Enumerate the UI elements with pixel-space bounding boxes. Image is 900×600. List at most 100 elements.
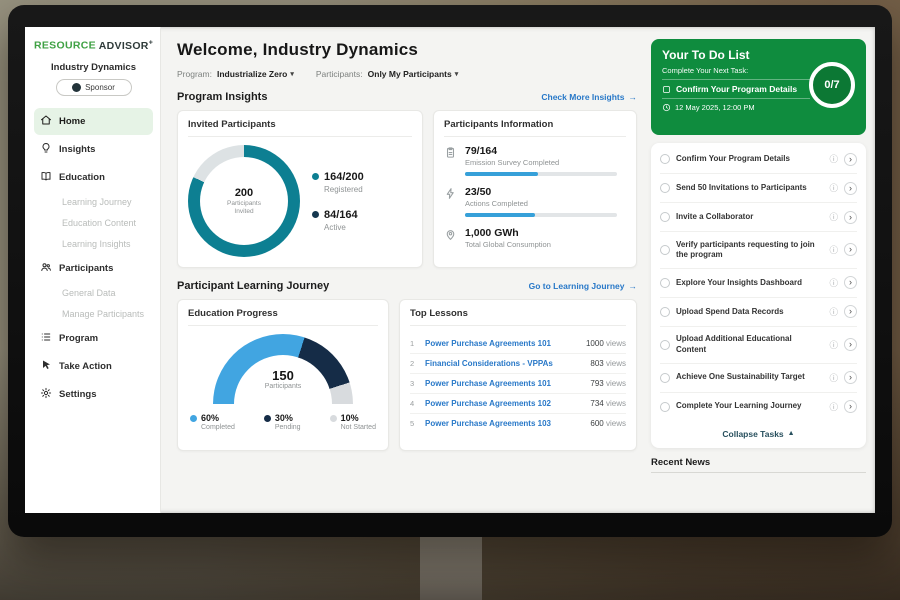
task-label: Complete Your Learning Journey [676, 401, 823, 411]
take-action-icon [40, 359, 52, 374]
actions-progress-bar [465, 213, 617, 217]
lesson-views: 600 views [590, 419, 626, 428]
participants-select-value: Only My Participants [368, 69, 452, 79]
sidebar-item-label: Insights [59, 144, 95, 155]
sidebar-item-learning-insights[interactable]: Learning Insights [34, 234, 153, 254]
lesson-link[interactable]: Power Purchase Agreements 101 [425, 379, 583, 388]
todo-progress-ring: 0/7 [809, 62, 855, 108]
invited-donut-chart: 200 Participants Invited [188, 145, 300, 257]
chevron-right-icon[interactable]: › [844, 305, 857, 318]
actions-icon [444, 187, 457, 217]
task-checkbox[interactable] [660, 278, 670, 288]
chevron-right-icon[interactable]: › [844, 182, 857, 195]
sidebar-item-participants[interactable]: Participants [34, 255, 153, 282]
active-label: Active [324, 223, 364, 232]
task-checkbox[interactable] [660, 154, 670, 164]
lesson-row: 4 Power Purchase Agreements 102 734 view… [410, 394, 626, 414]
lesson-rank: 3 [410, 379, 418, 388]
pending-value: 30% [275, 413, 293, 423]
chevron-right-icon[interactable]: › [844, 400, 857, 413]
lesson-link[interactable]: Power Purchase Agreements 103 [425, 419, 583, 428]
lesson-views: 803 views [590, 359, 626, 368]
sidebar-item-learning-journey[interactable]: Learning Journey [34, 192, 153, 212]
info-icon: ⓘ [829, 372, 838, 384]
next-task-row[interactable]: Confirm Your Program Details [662, 79, 810, 99]
todo-task[interactable]: Upload Spend Data Records ⓘ › [660, 298, 857, 327]
task-label: Confirm Your Program Details [676, 154, 823, 164]
monitor-stand [420, 534, 482, 600]
lesson-row: 1 Power Purchase Agreements 101 1000 vie… [410, 334, 626, 354]
info-icon: ⓘ [829, 153, 838, 165]
chevron-right-icon[interactable]: › [844, 371, 857, 384]
sidebar-item-settings[interactable]: Settings [34, 381, 153, 408]
sidebar-item-label: Learning Journey [62, 197, 132, 207]
info-icon: ⓘ [829, 277, 838, 289]
sponsor-badge[interactable]: Sponsor [56, 79, 132, 96]
app-logo: RESOURCE ADVISOR+ [34, 39, 153, 52]
link-label: Go to Learning Journey [529, 281, 625, 291]
sidebar-item-program[interactable]: Program [34, 325, 153, 352]
card-title: Top Lessons [410, 308, 626, 326]
lesson-link[interactable]: Power Purchase Agreements 101 [425, 339, 579, 348]
card-title: Invited Participants [188, 119, 412, 137]
lesson-rank: 1 [410, 339, 418, 348]
recent-news-section: Recent News [651, 457, 866, 473]
todo-task[interactable]: Explore Your Insights Dashboard ⓘ › [660, 269, 857, 298]
todo-task[interactable]: Invite a Collaborator ⓘ › [660, 203, 857, 232]
education-icon [40, 170, 52, 185]
org-name: Industry Dynamics [34, 62, 153, 73]
gauge-center-value: 150 [213, 368, 353, 383]
chevron-right-icon[interactable]: › [844, 153, 857, 166]
divider [651, 472, 866, 473]
sidebar-item-insights[interactable]: Insights [34, 136, 153, 163]
not-started-label: Not Started [341, 424, 376, 431]
sidebar-item-education-content[interactable]: Education Content [34, 213, 153, 233]
todo-progress-value: 0/7 [824, 79, 839, 91]
program-insights-header: Program Insights Check More Insights → [177, 91, 637, 103]
todo-task[interactable]: Verify participants requesting to join t… [660, 232, 857, 269]
todo-task[interactable]: Upload Additional Educational Content ⓘ … [660, 327, 857, 364]
sidebar-item-education[interactable]: Education [34, 164, 153, 191]
info-icon: ⓘ [829, 211, 838, 223]
sidebar-item-manage-participants[interactable]: Manage Participants [34, 304, 153, 324]
stat-label: Total Global Consumption [465, 240, 551, 249]
collapse-tasks-button[interactable]: Collapse Tasks ▲ [660, 421, 857, 446]
lesson-views: 793 views [590, 379, 626, 388]
filters-bar: Program: Industrialize Zero ▾ Participan… [177, 69, 637, 79]
chevron-right-icon[interactable]: › [844, 276, 857, 289]
home-icon [40, 114, 52, 129]
todo-task[interactable]: Achieve One Sustainability Target ⓘ › [660, 364, 857, 393]
chevron-right-icon[interactable]: › [844, 243, 857, 256]
section-title: Participant Learning Journey [177, 280, 329, 292]
donut-center-value: 200 [235, 187, 253, 199]
info-icon: ⓘ [829, 306, 838, 318]
chevron-right-icon[interactable]: › [844, 338, 857, 351]
task-checkbox[interactable] [660, 373, 670, 383]
sidebar-item-home[interactable]: Home [34, 108, 153, 135]
task-checkbox[interactable] [660, 307, 670, 317]
task-checkbox[interactable] [660, 183, 670, 193]
info-icon: ⓘ [829, 244, 838, 256]
task-checkbox[interactable] [660, 402, 670, 412]
sidebar-item-take-action[interactable]: Take Action [34, 353, 153, 380]
sidebar-item-general-data[interactable]: General Data [34, 283, 153, 303]
go-to-learning-journey-link[interactable]: Go to Learning Journey → [529, 281, 637, 291]
todo-task[interactable]: Confirm Your Program Details ⓘ › [660, 145, 857, 174]
lesson-link[interactable]: Power Purchase Agreements 102 [425, 399, 583, 408]
todo-task-list: Confirm Your Program Details ⓘ › Send 50… [651, 143, 866, 448]
task-checkbox[interactable] [660, 340, 670, 350]
todo-task[interactable]: Send 50 Invitations to Participants ⓘ › [660, 174, 857, 203]
program-select[interactable]: Industrialize Zero ▾ [217, 69, 294, 79]
participants-select[interactable]: Only My Participants ▾ [368, 69, 459, 79]
location-icon [444, 228, 457, 249]
todo-task[interactable]: Complete Your Learning Journey ⓘ › [660, 393, 857, 421]
check-more-insights-link[interactable]: Check More Insights → [541, 92, 637, 102]
task-checkbox[interactable] [660, 212, 670, 222]
lesson-row: 2 Financial Considerations - VPPAs 803 v… [410, 354, 626, 374]
arrow-right-icon: → [629, 281, 638, 291]
lesson-link[interactable]: Financial Considerations - VPPAs [425, 359, 583, 368]
education-progress-card: Education Progress 150 Participants 60% [177, 299, 389, 451]
chevron-right-icon[interactable]: › [844, 211, 857, 224]
task-label: Send 50 Invitations to Participants [676, 183, 823, 193]
task-checkbox[interactable] [660, 245, 670, 255]
